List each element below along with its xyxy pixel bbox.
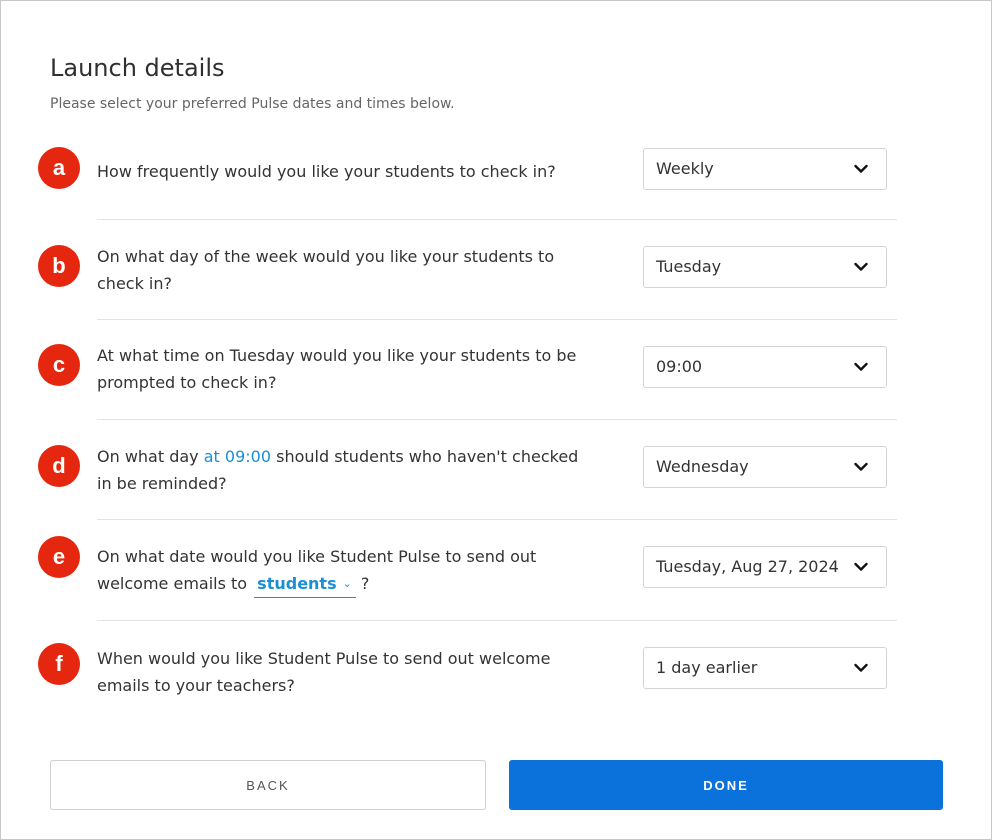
- question-frequency: How frequently would you like your stude…: [97, 162, 556, 181]
- question-day-of-week: On what day of the week would you like y…: [97, 247, 555, 293]
- page-title: Launch details: [50, 54, 225, 82]
- row-divider: [97, 519, 897, 520]
- teacher-email-timing-select[interactable]: 1 day earlier: [643, 647, 887, 689]
- chevron-down-icon: [854, 262, 868, 271]
- welcome-email-date-select[interactable]: Tuesday, Aug 27, 2024: [643, 546, 887, 588]
- page-subtitle: Please select your preferred Pulse dates…: [50, 96, 455, 112]
- day-of-week-select-value: Tuesday: [656, 257, 722, 276]
- question-welcome-email-date: On what date would you like Student Puls…: [97, 543, 537, 598]
- step-badge-c: c: [38, 344, 80, 386]
- teacher-email-timing-select-value: 1 day earlier: [656, 658, 758, 677]
- row-divider: [97, 219, 897, 220]
- day-of-week-select[interactable]: Tuesday: [643, 246, 887, 288]
- row-divider: [97, 620, 897, 621]
- chevron-down-icon: [854, 362, 868, 371]
- question-check-in-time: At what time on Tuesday would you like y…: [97, 346, 577, 392]
- chevron-down-icon: [854, 663, 868, 672]
- recipient-inline-select[interactable]: students ⌄: [254, 573, 356, 598]
- frequency-select-value: Weekly: [656, 159, 714, 178]
- question-text-part: ?: [355, 574, 370, 593]
- row-divider: [97, 319, 897, 320]
- step-badge-a: a: [38, 147, 80, 189]
- reminder-time-highlight: at 09:00: [203, 447, 272, 466]
- back-button[interactable]: BACK: [50, 760, 486, 810]
- question-text-part: On what day: [97, 447, 204, 466]
- frequency-select[interactable]: Weekly: [643, 148, 887, 190]
- chevron-down-icon: [854, 164, 868, 173]
- recipient-inline-select-value: students: [257, 574, 337, 593]
- step-badge-b: b: [38, 245, 80, 287]
- chevron-down-icon: [854, 462, 868, 471]
- step-badge-f: f: [38, 643, 80, 685]
- chevron-down-icon: [854, 562, 868, 571]
- check-in-time-select-value: 09:00: [656, 357, 703, 376]
- row-divider: [97, 419, 897, 420]
- question-reminder-day: On what day at 09:00 should students who…: [97, 443, 587, 497]
- dialog-frame: [0, 0, 992, 840]
- reminder-day-select-value: Wednesday: [656, 457, 749, 476]
- welcome-email-date-select-value: Tuesday, Aug 27, 2024: [656, 557, 839, 576]
- check-in-time-select[interactable]: 09:00: [643, 346, 887, 388]
- chevron-down-small-icon: ⌄: [342, 577, 352, 590]
- step-badge-e: e: [38, 536, 80, 578]
- done-button[interactable]: DONE: [509, 760, 943, 810]
- reminder-day-select[interactable]: Wednesday: [643, 446, 887, 488]
- question-teacher-email-timing: When would you like Student Pulse to sen…: [97, 649, 551, 695]
- step-badge-d: d: [38, 445, 80, 487]
